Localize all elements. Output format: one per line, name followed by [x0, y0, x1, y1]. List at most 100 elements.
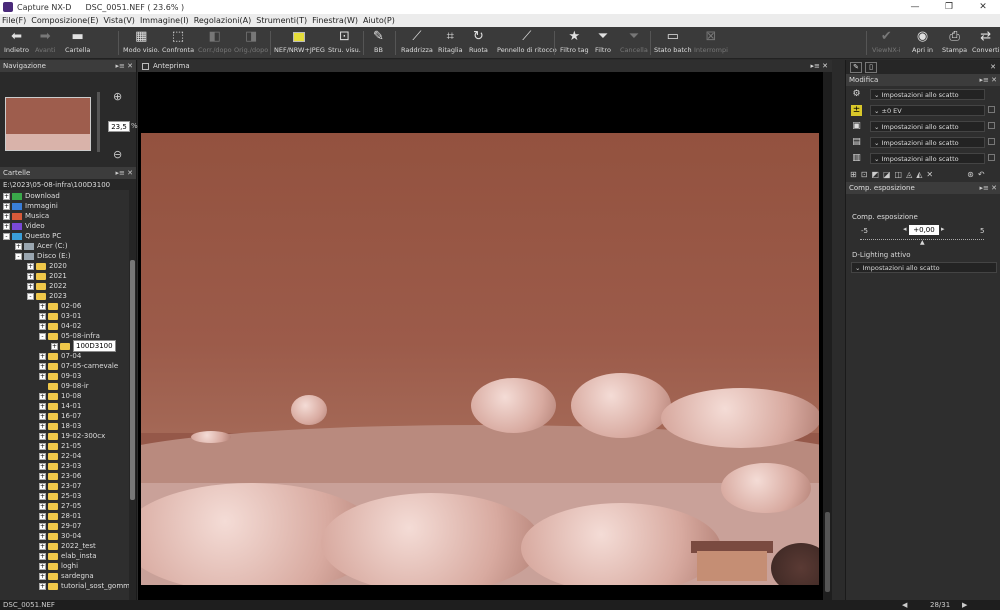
expand-icon[interactable]: + — [39, 492, 46, 500]
prev-image-icon[interactable]: ◀ — [902, 600, 907, 610]
expand-icon[interactable]: + — [39, 452, 46, 460]
folder-button[interactable]: ▬ Cartella — [65, 27, 90, 59]
tool-6-icon[interactable]: ◬ — [906, 170, 912, 179]
exposure-checkbox[interactable] — [988, 106, 995, 113]
collapse-icon[interactable]: - — [39, 332, 46, 340]
folder-tree-item[interactable]: +07-04 — [39, 351, 81, 361]
minimize-button[interactable]: — — [898, 0, 932, 14]
expand-icon[interactable]: + — [39, 392, 46, 400]
zoom-input[interactable]: 23,5 — [108, 121, 130, 132]
expand-icon[interactable]: + — [39, 322, 46, 330]
folder-tree-item[interactable]: +28-01 — [39, 511, 81, 521]
folder-path[interactable]: E:\2023\05-08-infra\100D3100 — [0, 179, 136, 190]
panel-controls[interactable]: ▸≡ ✕ — [811, 60, 828, 72]
forward-button[interactable]: ➡ Avanti — [35, 27, 55, 59]
picture-control-select[interactable]: ⌄ Impostazioni allo scatto — [870, 136, 985, 148]
folder-tree-item[interactable]: +2021 — [27, 271, 67, 281]
maximize-button[interactable]: ❐ — [932, 0, 966, 14]
panel-controls[interactable]: ▸≡ ✕ — [116, 60, 133, 72]
menu-file[interactable]: File(F) — [2, 16, 26, 25]
folder-tree-item[interactable]: +07-05-carnevale — [39, 361, 118, 371]
wb-select[interactable]: ⌄ Impostazioni allo scatto — [870, 120, 985, 132]
folder-tree-item[interactable]: - Questo PC — [3, 231, 61, 241]
wb-button[interactable]: ✎ BB — [373, 27, 384, 59]
navigator-thumbnail[interactable] — [5, 97, 91, 151]
folder-tree-item[interactable]: +2022 — [27, 281, 67, 291]
picture-control-icon[interactable]: ▤ — [851, 137, 862, 148]
exposure-select[interactable]: ⌄ ±0 EV — [870, 104, 985, 116]
exposure-slider-knob[interactable]: ▲ — [920, 239, 925, 246]
view-mode-button[interactable]: ▦ Modo visio. — [123, 27, 160, 59]
exposure-increase-icon[interactable]: ▸ — [941, 225, 945, 233]
tool-2-icon[interactable]: ⊡ — [861, 170, 868, 179]
print-button[interactable]: ⎙ Stampa — [942, 27, 967, 59]
dlighting-icon[interactable]: ▥ — [851, 153, 862, 164]
folder-tree-item[interactable]: +100D3100 — [51, 340, 116, 352]
expand-icon[interactable]: + — [39, 522, 46, 530]
folder-tree-item[interactable]: +22-04 — [39, 451, 81, 461]
folder-tree-item[interactable]: - 2023 — [27, 291, 67, 301]
collapse-icon[interactable]: - — [3, 232, 10, 240]
expand-icon[interactable]: + — [39, 312, 46, 320]
batch-status-button[interactable]: ▭ Stato batch — [654, 27, 692, 59]
folder-tree-item[interactable]: +03-01 — [39, 311, 81, 321]
zoom-out-icon[interactable]: ⊖ — [113, 148, 122, 161]
orig-after-button[interactable]: ◨ Orig./dopo — [234, 27, 268, 59]
panel-controls[interactable]: ✕ — [990, 60, 996, 74]
filter-button[interactable]: ⏷ Filtro — [595, 27, 611, 59]
folder-tree-item[interactable]: + Video — [3, 221, 45, 231]
folder-tree-item[interactable]: + elab_insta — [39, 551, 97, 561]
preview-image[interactable] — [141, 133, 819, 585]
dlighting-checkbox[interactable] — [988, 154, 995, 161]
wb-icon[interactable]: ▣ — [851, 121, 862, 132]
folder-tree-item[interactable]: +2022_test — [39, 541, 96, 551]
menu-edit[interactable]: Composizione(E) — [31, 16, 98, 25]
picture-setting-select[interactable]: ⌄ Impostazioni allo scatto — [870, 88, 985, 100]
expand-icon[interactable]: + — [39, 362, 46, 370]
dlighting-active-select[interactable]: ⌄ Impostazioni allo scatto — [851, 262, 997, 273]
folder-tree-item[interactable]: + Download — [3, 191, 60, 201]
view-tools-button[interactable]: ⊡ Stru. visu. — [328, 27, 361, 59]
expand-icon[interactable]: + — [39, 532, 46, 540]
convert-button[interactable]: ⇄ Converti — [972, 27, 1000, 59]
folder-tree-item[interactable]: + sardegna — [39, 571, 94, 581]
rotate-button[interactable]: ↻ Ruota — [469, 27, 488, 59]
expand-icon[interactable]: + — [39, 562, 46, 570]
expand-icon[interactable]: + — [39, 552, 46, 560]
expand-icon[interactable]: + — [39, 502, 46, 510]
viewnx-button[interactable]: ✔ ViewNX-i — [872, 27, 901, 59]
undo-icon[interactable]: ↶ — [978, 170, 985, 179]
exposure-decrease-icon[interactable]: ◂ — [903, 225, 907, 233]
tool-7-icon[interactable]: ◭ — [916, 170, 922, 179]
history-icon[interactable]: ⊛ — [967, 170, 974, 179]
menu-tools[interactable]: Strumenti(T) — [256, 16, 307, 25]
picture-control-checkbox[interactable] — [988, 138, 995, 145]
menu-adjust[interactable]: Regolazioni(A) — [194, 16, 252, 25]
folder-tree-item[interactable]: +29-07 — [39, 521, 81, 531]
expand-icon[interactable]: + — [3, 192, 10, 200]
expand-icon[interactable]: + — [27, 282, 34, 290]
expand-icon[interactable]: + — [39, 402, 46, 410]
folder-tree-item[interactable]: +02-06 — [39, 301, 81, 311]
filter-tag-button[interactable]: ★ Filtro tag — [560, 27, 589, 59]
folder-tree-item[interactable]: +27-05 — [39, 501, 81, 511]
corr-after-button[interactable]: ◧ Corr./dopo — [198, 27, 232, 59]
expand-icon[interactable]: + — [39, 352, 46, 360]
expand-icon[interactable]: + — [39, 572, 46, 580]
expand-icon[interactable]: + — [3, 202, 10, 210]
straighten-button[interactable]: ⟋ Raddrizza — [401, 27, 433, 59]
expand-icon[interactable]: + — [39, 472, 46, 480]
zoom-slider[interactable] — [97, 92, 100, 152]
nef-jpeg-button[interactable]: NEF/NRW+JPEG — [274, 27, 325, 59]
open-in-button[interactable]: ◉ Apri in — [912, 27, 933, 59]
tool-3-icon[interactable]: ◩ — [871, 170, 879, 179]
folder-tree-item[interactable]: +23-06 — [39, 471, 81, 481]
folder-tree-item[interactable]: +23-07 — [39, 481, 81, 491]
folder-tree-scrollbar[interactable] — [129, 190, 136, 601]
expand-icon[interactable]: + — [15, 242, 22, 250]
expand-icon[interactable]: + — [3, 212, 10, 220]
preview-scrollbar[interactable] — [823, 72, 832, 600]
folder-tree-item[interactable]: +14-01 — [39, 401, 81, 411]
wb-checkbox[interactable] — [988, 122, 995, 129]
folder-tree-item[interactable]: +25-03 — [39, 491, 81, 501]
